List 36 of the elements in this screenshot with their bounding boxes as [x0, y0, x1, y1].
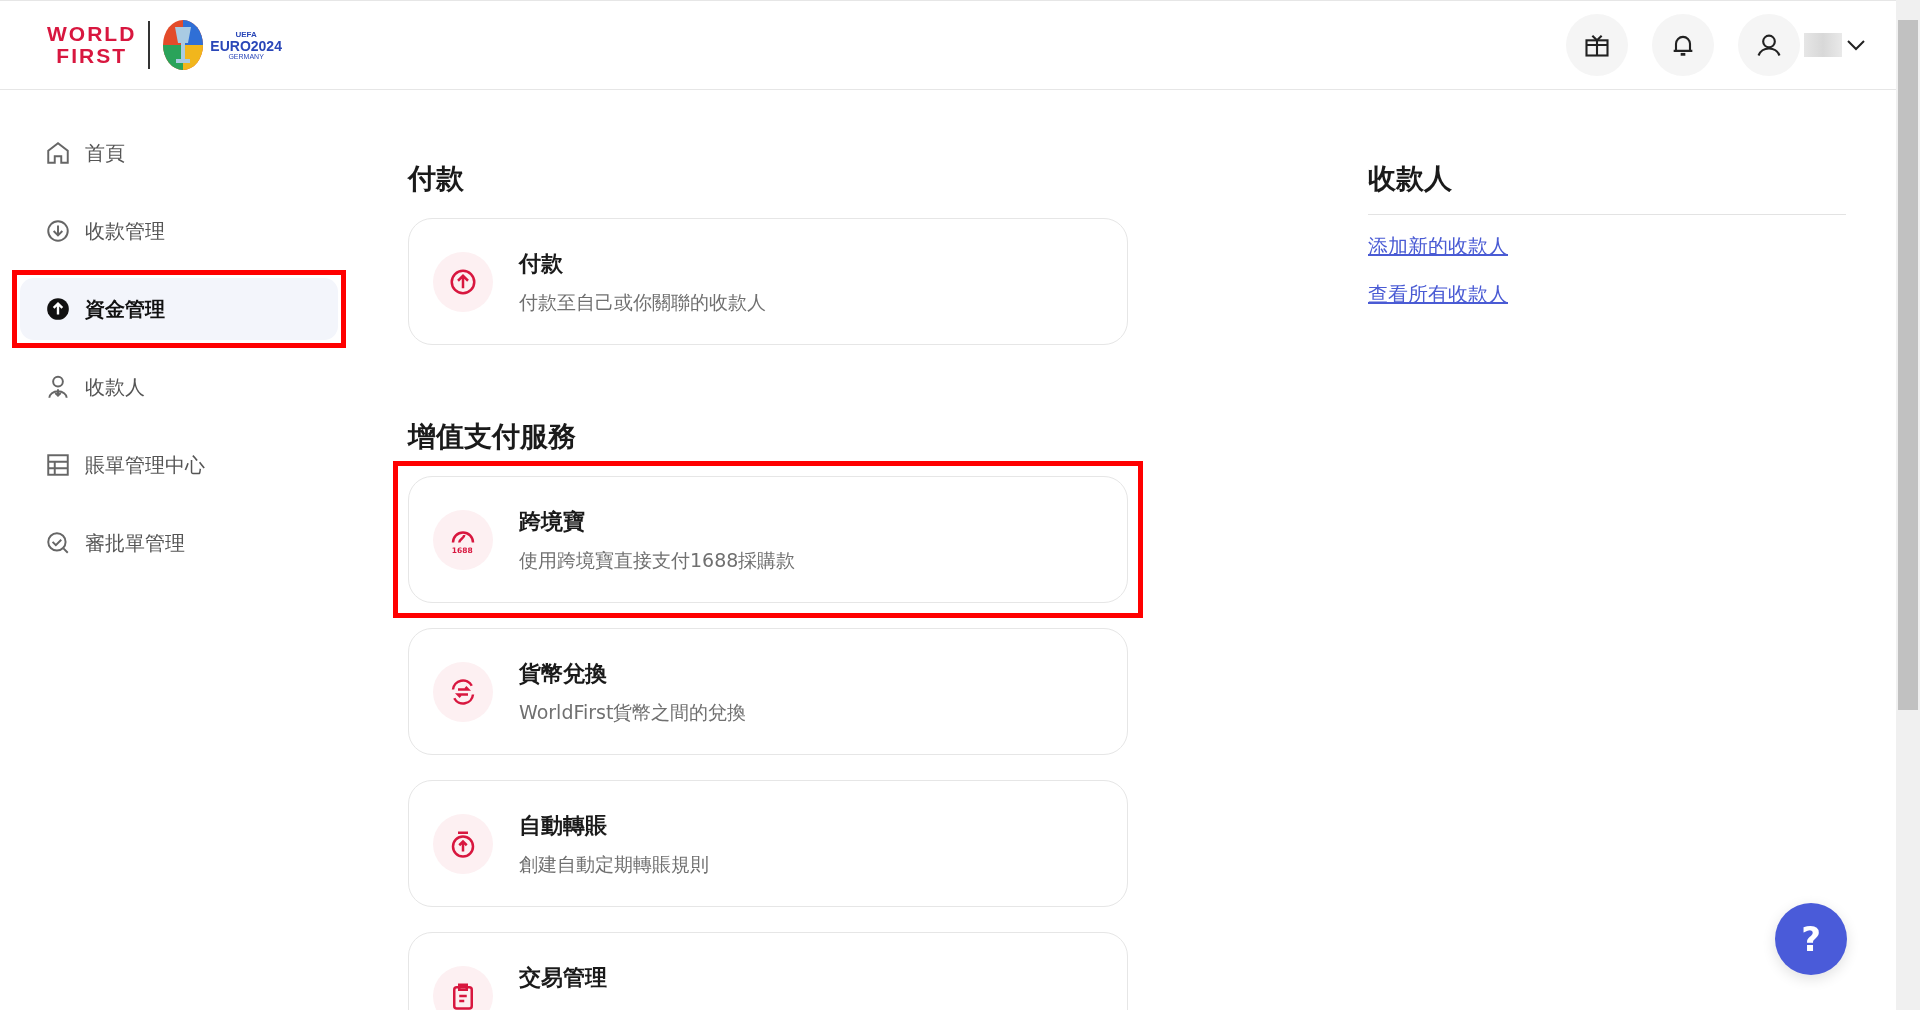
sidebar-item[interactable]: 賬單管理中心: [20, 434, 338, 496]
card-description: 付款至自己或你關聯的收款人: [519, 289, 766, 315]
search-check-icon: [45, 530, 71, 556]
card-description: WorldFirst貨幣之間的兌換: [519, 699, 747, 725]
sidebar-item[interactable]: 首頁: [20, 122, 338, 184]
table-icon: [45, 452, 71, 478]
card-title: 貨幣兌換: [519, 659, 608, 688]
service-card[interactable]: 貨幣兌換 WorldFirst貨幣之間的兌換: [408, 628, 1128, 755]
card-description: 創建自動定期轉賬規則: [519, 851, 709, 877]
section-heading: 增值支付服務: [408, 419, 577, 455]
card-title: 跨境寶: [519, 507, 586, 536]
download-circle-icon: [45, 218, 71, 244]
payee-link[interactable]: 查看所有收款人: [1368, 279, 1508, 309]
sidebar-item[interactable]: 審批單管理: [20, 512, 338, 574]
scrollbar[interactable]: [1896, 0, 1920, 1010]
service-card[interactable]: 交易管理: [408, 932, 1128, 1010]
upload-circle-icon: [45, 296, 71, 322]
service-card[interactable]: 付款 付款至自己或你關聯的收款人: [408, 218, 1128, 345]
home-icon: [45, 140, 71, 166]
section-heading: 付款: [408, 161, 465, 197]
trophy-logo-icon: [162, 19, 205, 71]
blurred-username: [1804, 33, 1842, 57]
help-button[interactable]: ?: [1775, 903, 1847, 975]
service-card[interactable]: 自動轉賬 創建自動定期轉賬規則: [408, 780, 1128, 907]
person-icon: [45, 374, 71, 400]
card-title: 交易管理: [519, 963, 607, 992]
card-description: 使用跨境寶直接支付1688採購款: [519, 547, 796, 573]
sidebar-item[interactable]: 收款管理: [20, 200, 338, 262]
card-title: 自動轉賬: [519, 811, 608, 840]
card-title: 付款: [519, 249, 564, 278]
payee-link[interactable]: 添加新的收款人: [1368, 231, 1508, 261]
sidebar-item[interactable]: 資金管理: [20, 278, 338, 340]
panel-heading: 收款人: [1368, 158, 1846, 215]
sidebar-item[interactable]: 收款人: [20, 356, 338, 418]
chevron-down-icon[interactable]: [1846, 39, 1866, 51]
brand-logo-text: WORLD FIRST: [47, 22, 137, 68]
